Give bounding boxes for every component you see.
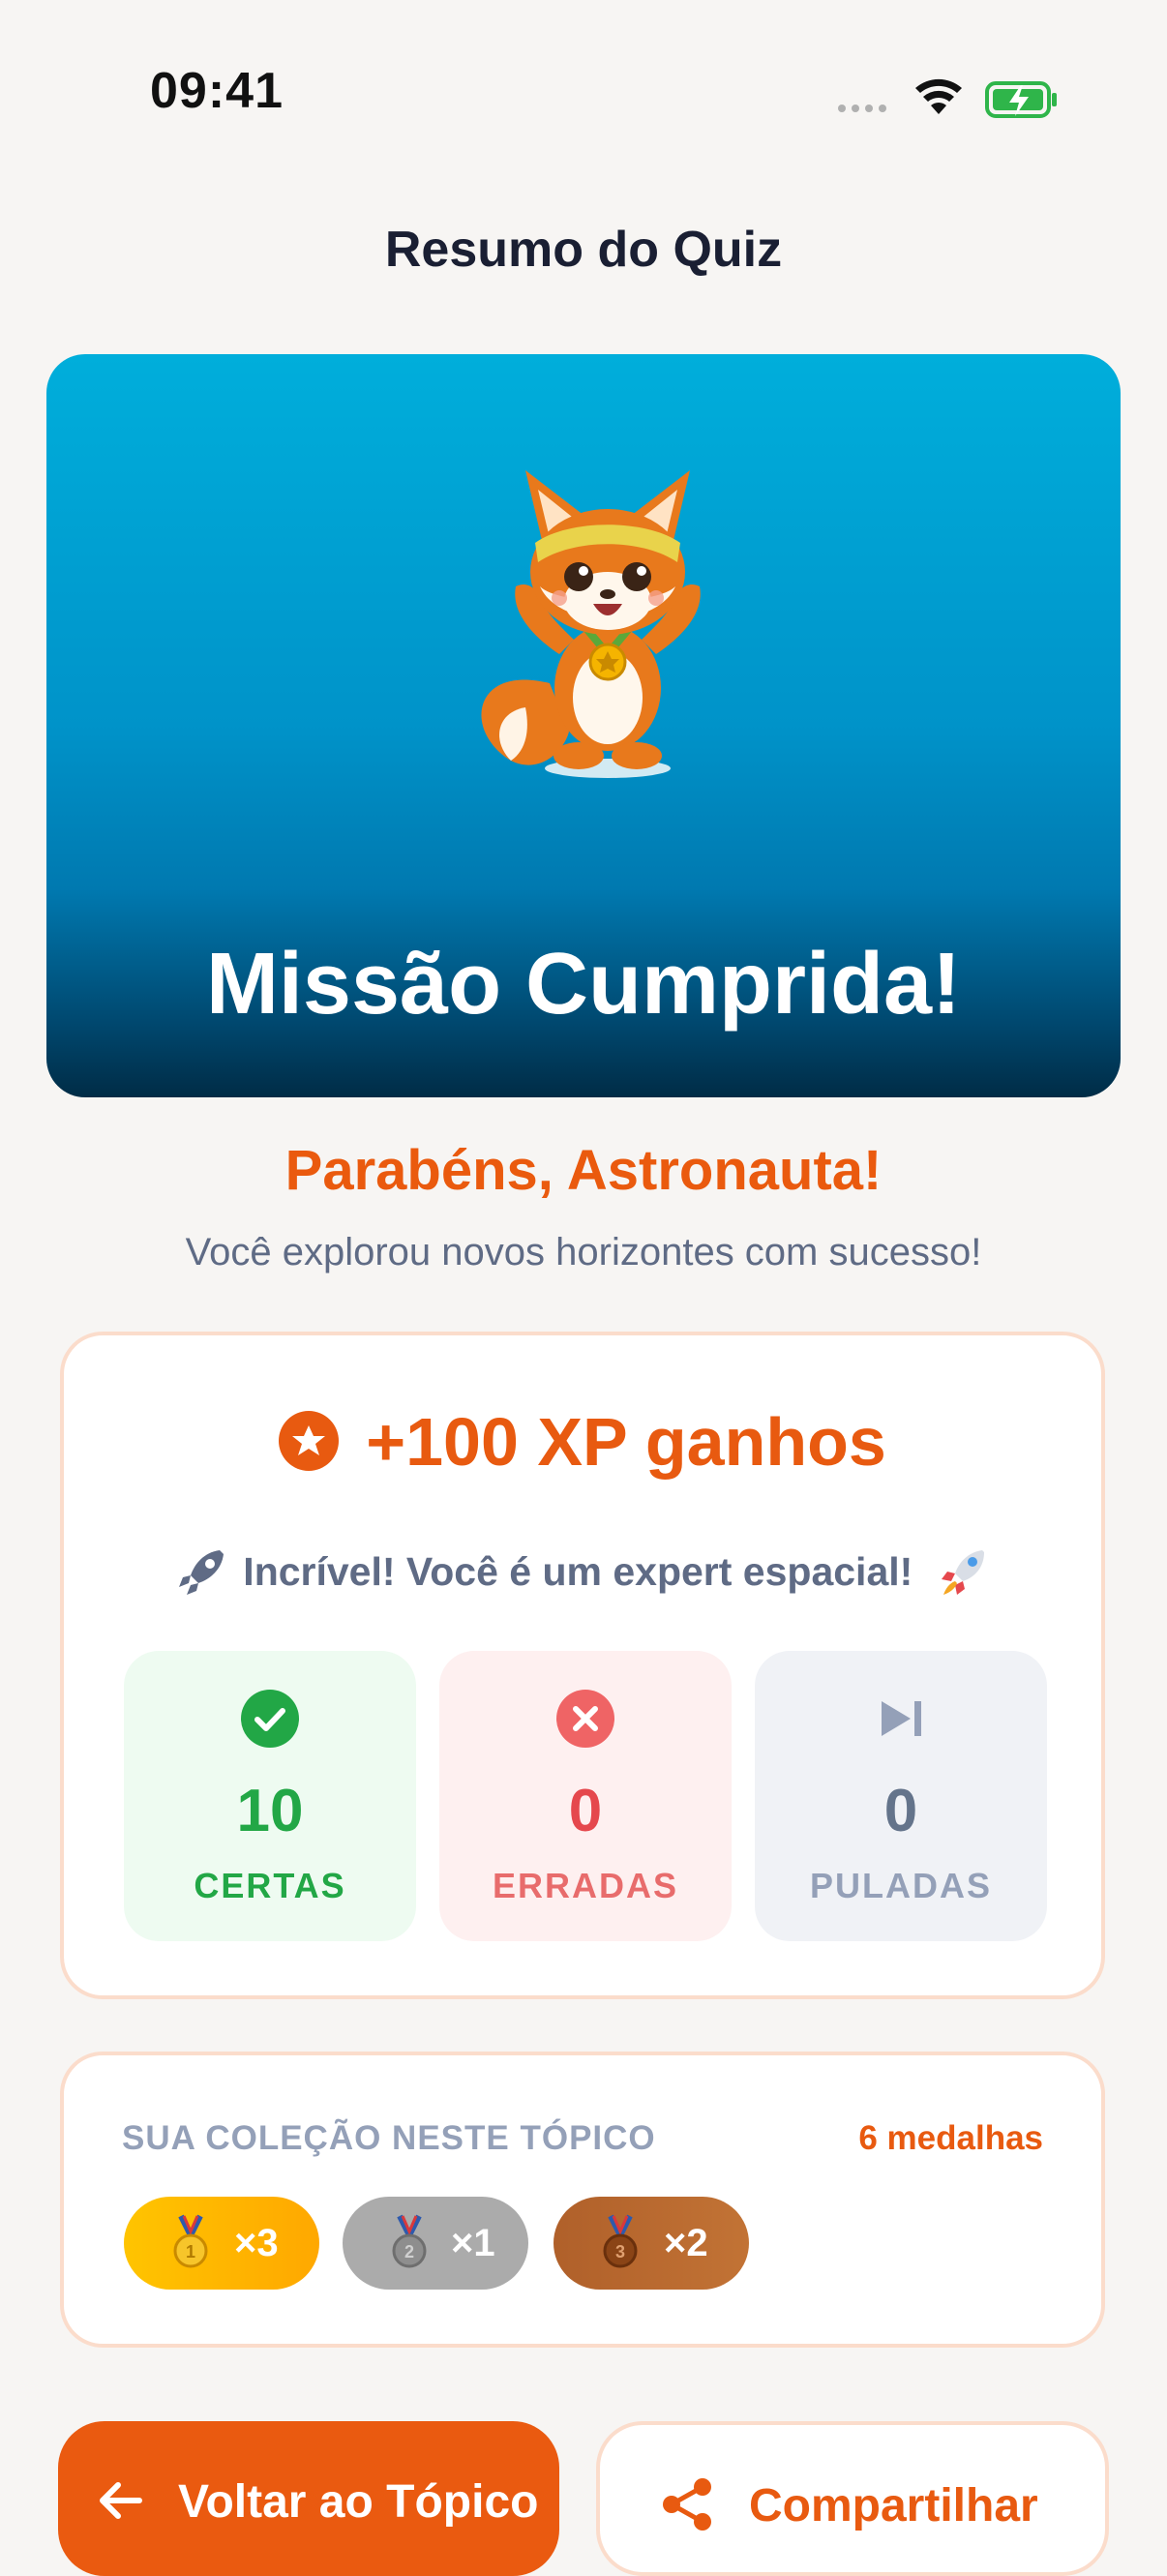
medal-bronze: 3 ×2 <box>554 2197 749 2290</box>
xp-earned: +100 XP ganhos <box>64 1403 1101 1481</box>
arrow-left-icon <box>100 2482 142 2519</box>
greeting-subtitle: Você explorou novos horizontes com suces… <box>185 1231 982 1273</box>
back-to-topic-label: Voltar ao Tópico <box>178 2476 539 2528</box>
stat-wrong-value: 0 <box>568 1778 603 1844</box>
share-icon <box>663 2478 711 2531</box>
collection-card: SUA COLEÇÃO NESTE TÓPICO 6 medalhas 1 ×3… <box>60 2052 1105 2348</box>
stat-wrong-label: ERRADAS <box>492 1866 678 1905</box>
rocket-emoji-icon <box>941 1550 984 1595</box>
svg-text:2: 2 <box>404 2242 414 2261</box>
skip-next-icon <box>882 1701 921 1736</box>
greeting-title: Parabéns, Astronauta! <box>284 1139 883 1202</box>
collection-title: SUA COLEÇÃO NESTE TÓPICO <box>122 2119 656 2157</box>
stat-correct-value: 10 <box>236 1778 304 1844</box>
stat-skipped-label: PULADAS <box>809 1866 992 1905</box>
share-label: Compartilhar <box>749 2480 1038 2531</box>
battery-charging-icon <box>985 81 1057 118</box>
status-time: 09:41 <box>150 63 284 119</box>
medal-gold-count: ×3 <box>234 2222 279 2264</box>
share-button[interactable]: Compartilhar <box>596 2421 1109 2576</box>
collection-count: 6 medalhas <box>858 2119 1043 2157</box>
svg-text:1: 1 <box>186 2242 195 2261</box>
xp-summary-card: +100 XP ganhos Incrível! Você é um exper… <box>60 1332 1105 1999</box>
stat-skipped-value: 0 <box>883 1778 918 1844</box>
medal-gold: 1 ×3 <box>124 2197 319 2290</box>
stat-wrong: 0 ERRADAS <box>439 1651 732 1941</box>
page-title: Resumo do Quiz <box>384 222 783 278</box>
stat-correct-label: CERTAS <box>194 1866 346 1905</box>
rocket-outline-icon <box>179 1550 224 1595</box>
medal-bronze-count: ×2 <box>664 2222 708 2264</box>
fox-mascot-icon <box>481 470 701 778</box>
status-icons <box>834 72 1066 120</box>
hero-banner: Missão Cumprida! <box>46 354 1121 1097</box>
svg-text:3: 3 <box>615 2242 625 2261</box>
gold-medal-icon: 1 <box>173 2214 208 2268</box>
wifi-icon <box>915 78 962 114</box>
bronze-medal-icon: 3 <box>603 2214 638 2268</box>
silver-medal-icon: 2 <box>392 2214 427 2268</box>
x-circle-icon <box>556 1690 614 1748</box>
medal-silver: 2 ×1 <box>343 2197 528 2290</box>
check-circle-icon <box>241 1690 299 1748</box>
xp-message-line: Incrível! Você é um expert espacial! <box>64 1543 1101 1601</box>
stat-skipped: 0 PULADAS <box>755 1651 1047 1941</box>
xp-amount: +100 XP ganhos <box>366 1404 886 1480</box>
medal-silver-count: ×1 <box>451 2222 495 2264</box>
stat-correct: 10 CERTAS <box>124 1651 416 1941</box>
cellular-signal-icon <box>838 105 886 112</box>
xp-message: Incrível! Você é um expert espacial! <box>243 1549 913 1594</box>
hero-title: Missão Cumprida! <box>205 936 962 1033</box>
star-badge-icon <box>279 1411 340 1471</box>
back-to-topic-button[interactable]: Voltar ao Tópico <box>58 2421 559 2576</box>
